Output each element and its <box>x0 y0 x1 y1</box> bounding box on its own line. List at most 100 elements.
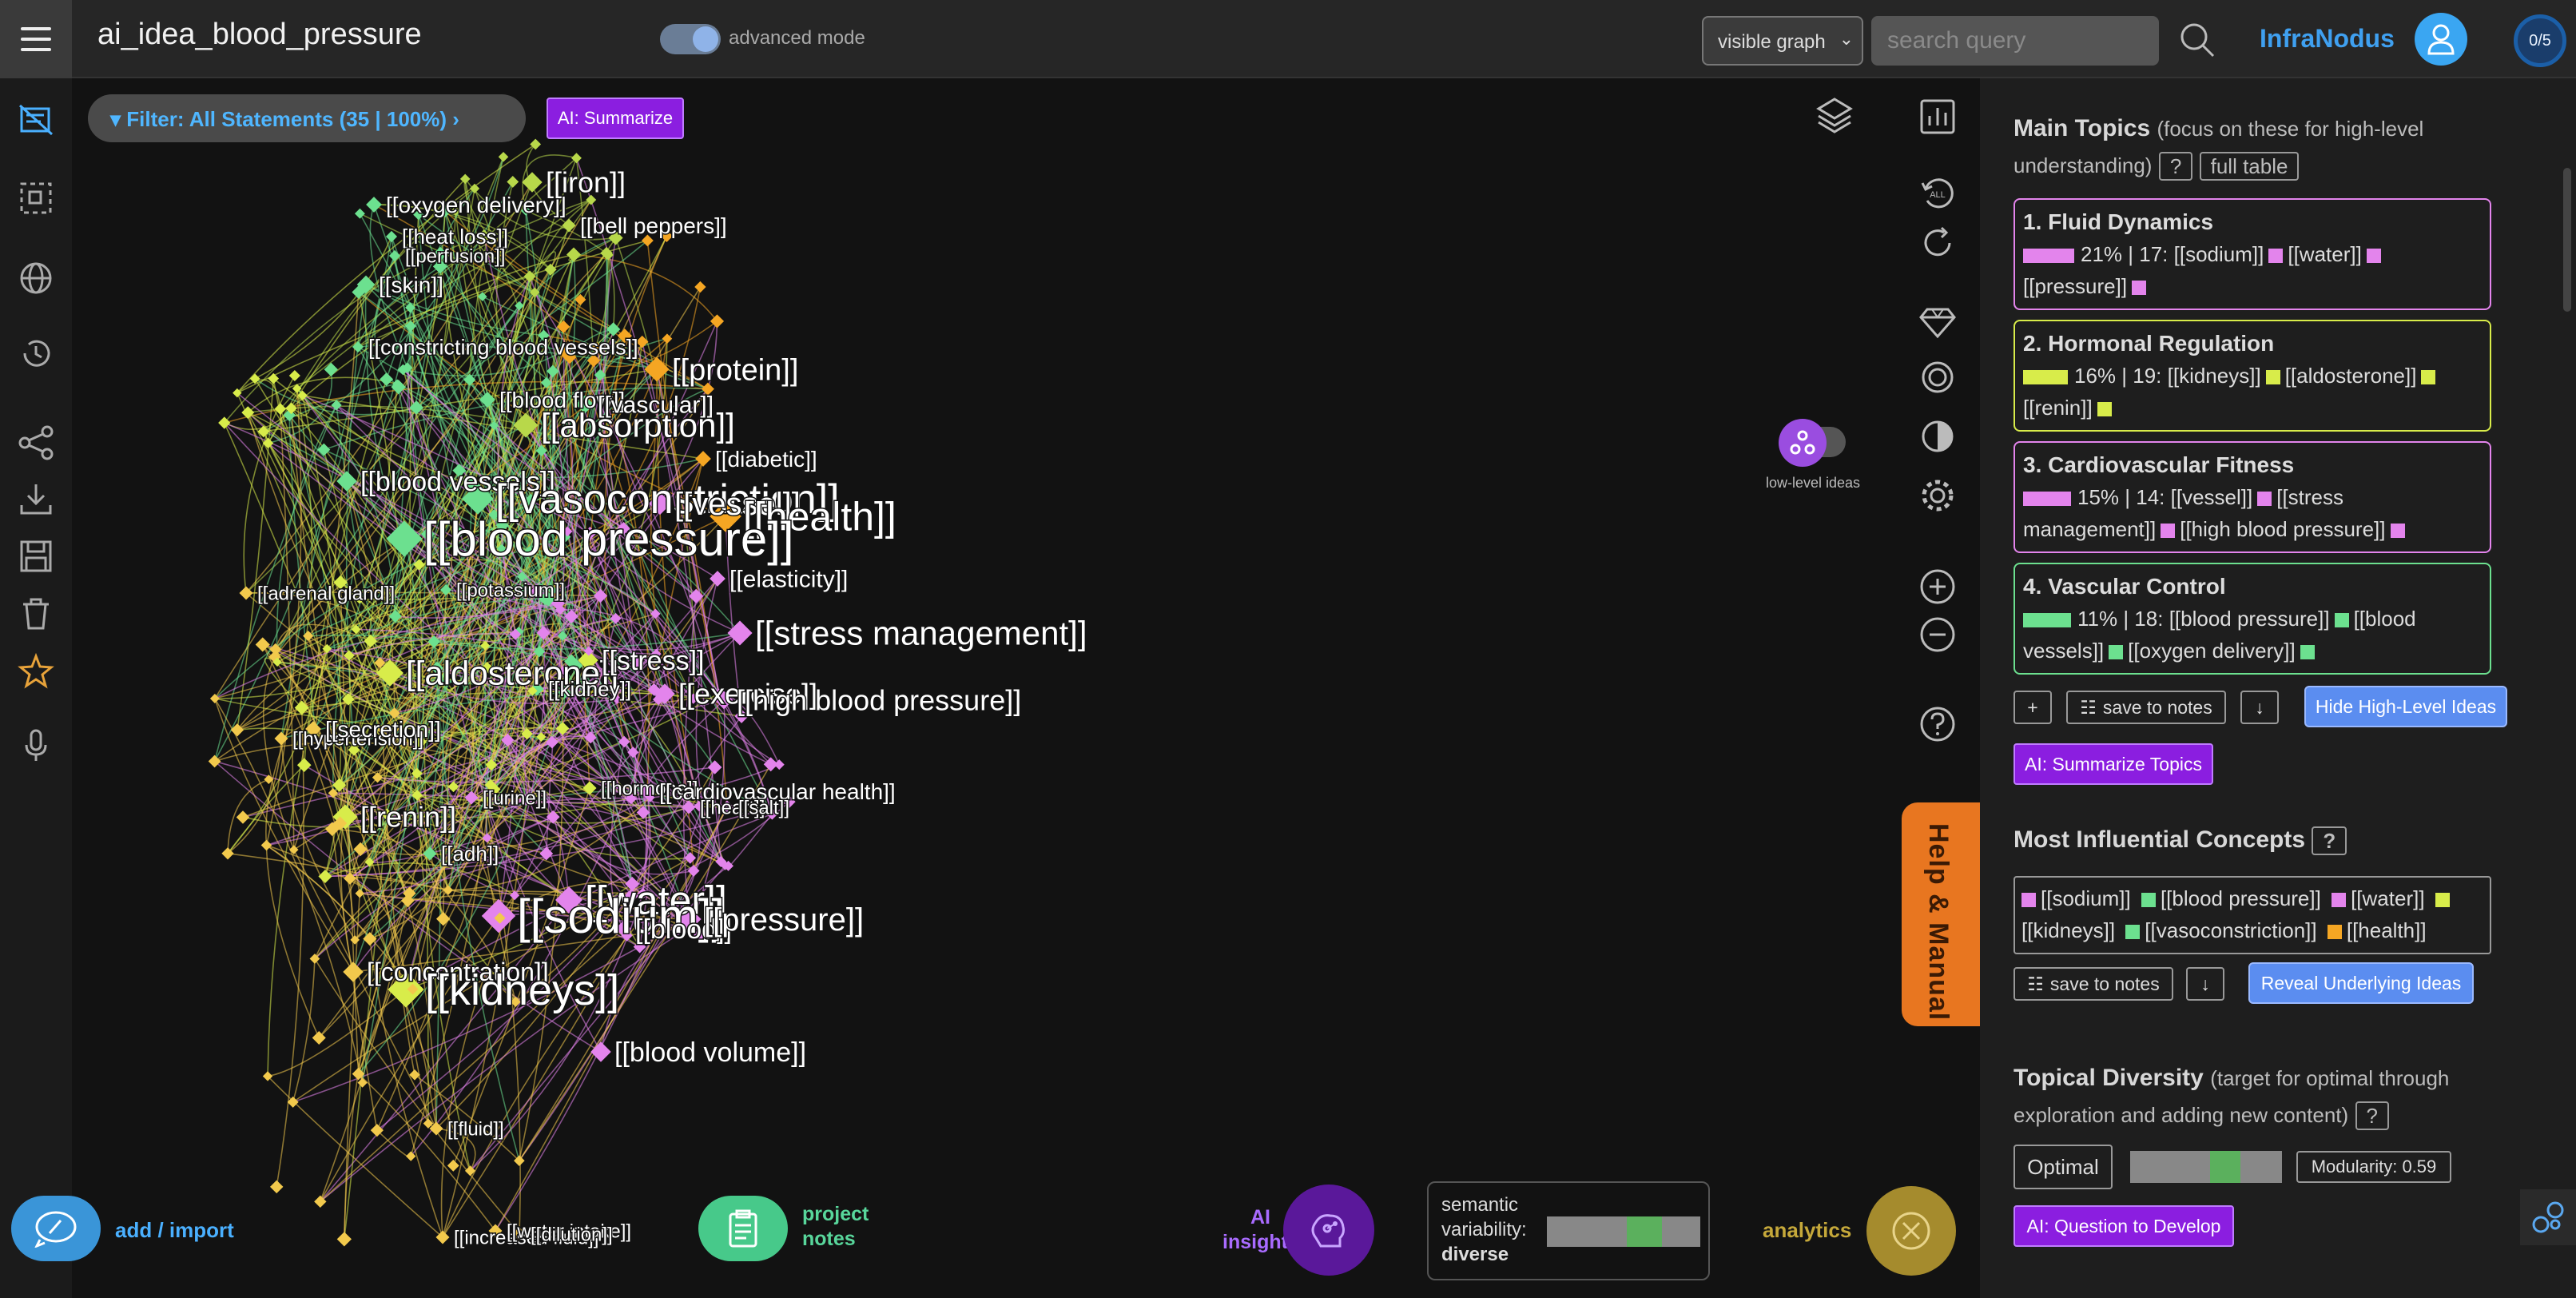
search-input[interactable] <box>1871 16 2159 66</box>
brand-logo[interactable]: InfraNodus <box>2260 24 2395 54</box>
graph-node-label[interactable]: [[kidney]] <box>547 676 633 703</box>
graph-node-label[interactable]: [[diabetic]] <box>714 445 819 472</box>
graph-node[interactable] <box>366 197 382 213</box>
save-topics-to-notes-button[interactable]: ☷ save to notes <box>2066 691 2226 724</box>
ai-summarize-topics-button[interactable]: AI: Summarize Topics <box>2013 743 2213 785</box>
download-topics-button[interactable]: ↓ <box>2240 691 2279 724</box>
graph-node-label[interactable]: [[pressure]] <box>703 902 865 939</box>
reset-all-icon[interactable]: ALL <box>1915 171 1960 216</box>
graph-node-label[interactable]: [[absorption]] <box>540 405 737 445</box>
concept-item[interactable]: [[sodium]] <box>2041 886 2131 910</box>
microphone-icon[interactable] <box>14 723 58 767</box>
main-topics-help-button[interactable]: ? <box>2158 152 2193 181</box>
graph-node[interactable] <box>447 1159 459 1172</box>
topic-term[interactable]: [[water]] <box>2288 242 2361 266</box>
reload-icon[interactable] <box>1915 221 1960 265</box>
ai-question-to-develop-button[interactable]: AI: Question to Develop <box>2013 1205 2234 1247</box>
ai-insights-label[interactable]: AI insights <box>1222 1205 1299 1255</box>
low-level-ideas-icon[interactable] <box>1779 419 1827 467</box>
graph-node[interactable] <box>236 810 250 824</box>
full-table-button[interactable]: full table <box>2199 152 2300 181</box>
contrast-icon[interactable] <box>1915 414 1960 459</box>
graph-node-label[interactable]: [[elasticity]] <box>729 565 849 594</box>
graph-node-label[interactable]: [[stress management]] <box>754 613 1089 653</box>
search-icon[interactable] <box>2176 19 2218 65</box>
concept-item[interactable]: [[health]] <box>2347 918 2427 942</box>
project-notes-label[interactable]: project notes <box>802 1202 869 1252</box>
add-topic-button[interactable]: + <box>2013 691 2052 724</box>
topic-term[interactable]: [[sodium]] <box>2174 242 2264 266</box>
network-graph[interactable]: [[oxygen delivery]][[iron]][[heat loss]]… <box>72 78 1980 1298</box>
graph-node-label[interactable]: [[blood volume]] <box>614 1036 808 1069</box>
topic-term[interactable]: [[vessel]] <box>2171 485 2253 509</box>
topic-card-3[interactable]: 3. Cardiovascular Fitness 15% | 14: [[ve… <box>2013 441 2491 553</box>
advanced-mode-toggle[interactable] <box>660 24 721 54</box>
analytics-close-button[interactable] <box>1866 1186 1956 1276</box>
graph-node-label[interactable]: [[stress]] <box>601 644 706 677</box>
topic-term[interactable]: [[blood pressure]] <box>2169 607 2330 631</box>
help-icon[interactable] <box>1915 702 1960 747</box>
concept-item[interactable]: [[kidneys]] <box>2021 918 2115 942</box>
semantic-variability-meter[interactable]: semantic variability: diverse <box>1427 1181 1710 1280</box>
statement-filter[interactable]: ▾ Filter: All Statements (35 | 100%) › <box>88 94 526 142</box>
graph-title[interactable]: ai_idea_blood_pressure <box>97 18 422 52</box>
topic-card-1[interactable]: 1. Fluid Dynamics 21% | 17: [[sodium]] [[… <box>2013 198 2491 310</box>
graph-node[interactable] <box>507 176 519 188</box>
graph-node[interactable] <box>289 845 299 854</box>
graph-node[interactable] <box>710 314 725 328</box>
graph-node[interactable] <box>380 372 394 386</box>
graph-node-label[interactable]: [[oxygen delivery]] <box>385 191 568 218</box>
graph-node[interactable] <box>707 760 722 774</box>
download-concepts-button[interactable]: ↓ <box>2186 967 2224 1001</box>
topic-card-4[interactable]: 4. Vascular Control 11% | 18: [[blood pr… <box>2013 563 2491 675</box>
graph-node-label[interactable]: [[high blood pressure]] <box>736 683 1023 718</box>
add-import-button[interactable] <box>11 1196 101 1261</box>
graph-view-select[interactable]: visible graph ⌄ <box>1702 16 1863 66</box>
globe-icon[interactable] <box>14 256 58 301</box>
history-icon[interactable] <box>14 331 58 376</box>
network-graph-area[interactable]: [[oxygen delivery]] [[iron]] [[heat loss]]… <box>72 78 1980 1298</box>
hide-high-level-ideas-button[interactable]: Hide High-Level Ideas <box>2304 686 2507 727</box>
star-icon[interactable] <box>14 649 58 694</box>
graph-node[interactable] <box>230 723 244 737</box>
hamburger-menu-icon[interactable] <box>0 0 72 78</box>
topic-term[interactable]: [[renin]] <box>2023 396 2093 420</box>
graph-node[interactable] <box>260 839 272 851</box>
graph-node-label[interactable]: [[constricting blood vessels]] <box>368 334 640 360</box>
influential-concepts-help-button[interactable]: ? <box>2312 826 2347 856</box>
save-concepts-to-notes-button[interactable]: ☷ save to notes <box>2013 967 2173 1001</box>
add-import-label[interactable]: add / import <box>115 1218 234 1243</box>
graph-node[interactable] <box>522 172 543 193</box>
graph-node[interactable] <box>336 1232 352 1247</box>
user-avatar-icon[interactable] <box>2415 13 2467 66</box>
graph-node[interactable] <box>498 152 509 162</box>
graph-node[interactable] <box>590 1041 611 1062</box>
topic-term[interactable]: [[high blood pressure]] <box>2180 517 2385 541</box>
graph-node-label[interactable]: [[iron]] <box>545 165 627 200</box>
graph-node[interactable] <box>710 571 725 587</box>
graph-node-label[interactable]: [[skin]] <box>378 271 445 298</box>
trash-icon[interactable] <box>14 591 58 636</box>
notes-stack-icon[interactable] <box>14 98 58 142</box>
topic-term[interactable]: [[kidneys]] <box>2168 364 2261 388</box>
graph-node-label[interactable]: [[blood pressure]] <box>423 512 796 567</box>
graph-node[interactable] <box>385 230 398 243</box>
selection-box-icon[interactable] <box>14 176 58 221</box>
save-icon[interactable] <box>14 534 58 579</box>
graph-node-label[interactable]: [[renin]] <box>360 799 458 834</box>
graph-node-label[interactable]: [[potassium]] <box>455 579 566 603</box>
graph-node-label[interactable]: [[bell peppers]] <box>579 212 729 239</box>
graph-node[interactable] <box>530 138 542 150</box>
graph-node[interactable] <box>269 1180 284 1194</box>
graph-node-label[interactable]: [[dilution]] <box>530 1223 614 1247</box>
graph-node-label[interactable]: [[protein]] <box>671 352 800 388</box>
graph-node[interactable] <box>773 759 785 770</box>
bar-chart-icon[interactable] <box>1915 94 1960 139</box>
ai-insights-button[interactable] <box>1283 1185 1374 1276</box>
graph-node-label[interactable]: [[salt]] <box>737 796 791 820</box>
graph-node[interactable] <box>355 889 364 898</box>
circle-target-icon[interactable] <box>1915 355 1960 400</box>
help-manual-tab[interactable]: Help & Manual <box>1902 802 1983 1026</box>
graph-node[interactable] <box>288 369 300 382</box>
graph-node-label[interactable]: [[fluid]] <box>447 1117 506 1141</box>
